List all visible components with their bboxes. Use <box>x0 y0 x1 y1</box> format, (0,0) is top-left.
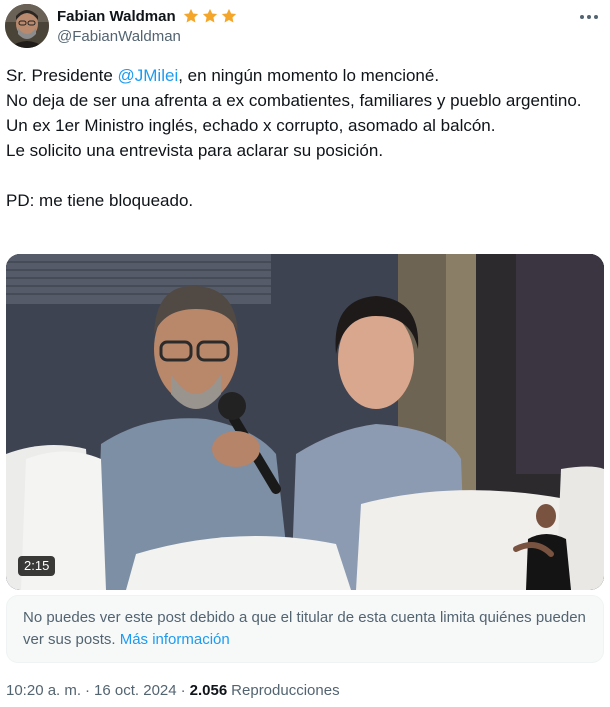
tweet-meta: 10:20 a. m. · 16 oct. 2024 · 2.056 Repro… <box>6 682 340 699</box>
restricted-notice-text: No puedes ver este post debido a que el … <box>23 609 586 648</box>
tweet-line-3: Le solicito una entrevista para aclarar … <box>6 141 384 160</box>
tweet-line-4: PD: me tiene bloqueado. <box>6 191 194 210</box>
star-icon <box>183 8 198 23</box>
video-duration-badge: 2:15 <box>18 556 56 576</box>
mention-link[interactable]: @JMilei <box>118 66 179 85</box>
video-thumbnail <box>6 254 604 590</box>
tweet: Fabian Waldman @FabianWaldman Sr. Presid… <box>0 0 610 707</box>
tweet-line-1-prefix: Sr. Presidente <box>6 66 118 85</box>
more-info-link[interactable]: Más información <box>120 631 230 648</box>
tweet-line-1-suffix: , en ningún momento lo mencioné. <box>178 66 440 85</box>
views-count: 2.056 <box>189 682 228 699</box>
views-label: Reproducciones <box>231 682 340 699</box>
star-icon <box>221 8 236 23</box>
meta-separator: · <box>180 682 186 699</box>
star-icon <box>202 8 217 23</box>
avatar-image <box>5 4 49 48</box>
tweet-line-1: Sr. Presidente @JMilei, en ningún moment… <box>6 63 596 88</box>
user-handle[interactable]: @FabianWaldman <box>57 28 181 45</box>
tweet-date[interactable]: 16 oct. 2024 <box>94 682 177 699</box>
star-badges <box>182 7 238 25</box>
tweet-text: Sr. Presidente @JMilei, en ningún moment… <box>6 63 596 213</box>
more-dots-icon <box>580 15 598 19</box>
video-player[interactable]: 2:15 <box>6 254 604 590</box>
name-row: Fabian Waldman <box>57 6 238 26</box>
more-options-button[interactable] <box>574 4 604 30</box>
display-name[interactable]: Fabian Waldman <box>57 8 176 25</box>
tweet-line-2: No deja de ser una afrenta a ex combatie… <box>6 91 587 135</box>
tweet-time[interactable]: 10:20 a. m. <box>6 682 81 699</box>
avatar[interactable] <box>5 4 49 48</box>
meta-separator: · <box>85 682 91 699</box>
tweet-spacer <box>6 163 596 188</box>
restricted-notice: No puedes ver este post debido a que el … <box>6 595 604 663</box>
